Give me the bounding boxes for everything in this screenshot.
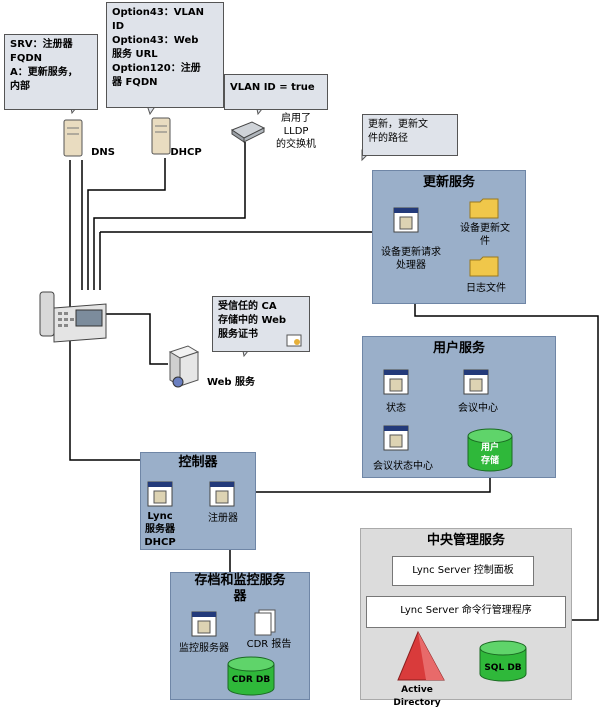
- registrar-label: 注册器: [208, 513, 238, 524]
- request-handler-label: 设备更新请求 处理器: [381, 247, 441, 271]
- dhcp-server-icon: [151, 117, 171, 155]
- conference-status-icon: [383, 425, 409, 451]
- dns-server-icon: [63, 119, 83, 157]
- line-switch-phone: [93, 142, 246, 290]
- registrar-server-icon: [209, 481, 235, 507]
- dhcp-label: DHCP: [170, 147, 202, 158]
- presence-label: 状态: [386, 403, 406, 414]
- folder-icon: [469, 256, 499, 277]
- ip-phone-icon: [39, 291, 107, 343]
- lync-dhcp-label: Lync 服务器 DHCP: [144, 511, 176, 548]
- dhcp-options-callout: Option43：VLAN ID Option43：Web 服务 URL Opt…: [106, 2, 224, 108]
- line-phone-web: [106, 313, 168, 365]
- user-service-title: 用户服务: [432, 341, 485, 356]
- conference-center-label: 会议中心: [458, 403, 498, 414]
- lync-dhcp-server-icon: [147, 481, 173, 507]
- archiving-title: 存档和监控服务 器: [194, 573, 286, 604]
- cdr-report-label: CDR 报告: [246, 639, 292, 650]
- active-directory-icon: [397, 630, 445, 681]
- conference-center-icon: [463, 369, 489, 395]
- folder-icon: [469, 198, 499, 219]
- cdr-db-label: CDR DB: [231, 675, 271, 685]
- conference-status-label: 会议状态中心: [373, 461, 433, 472]
- active-directory-label: Active Directory: [393, 685, 441, 708]
- log-files-label: 日志文件: [466, 283, 506, 294]
- dns-records-callout: SRV：注册器 FQDN A：更新服务， 内部: [4, 34, 98, 110]
- device-update-files-label: 设备更新文 件: [460, 223, 510, 247]
- web-server-icon: [168, 345, 200, 388]
- request-handler-icon: [393, 207, 419, 233]
- update-service-title: 更新服务: [422, 175, 475, 190]
- monitoring-server-icon: [191, 611, 217, 637]
- web-service-label: Web 服务: [206, 377, 256, 388]
- management-shell-box: Lync Server 命令行管理程序: [366, 596, 566, 628]
- control-panel-box: Lync Server 控制面板: [392, 556, 534, 586]
- dns-label: DNS: [91, 147, 115, 158]
- update-paths-callout: 更新，更新文 件的路径: [362, 114, 458, 156]
- report-document-icon: [254, 609, 276, 636]
- certificate-icon: [286, 334, 302, 347]
- switch-icon: [230, 121, 266, 143]
- sql-db-label: SQL DB: [484, 663, 522, 673]
- central-mgmt-title: 中央管理服务: [426, 533, 505, 548]
- lldp-switch-label: 启用了 LLDP 的交换机: [276, 113, 316, 150]
- monitoring-server-label: 监控服务器: [179, 643, 229, 654]
- presence-server-icon: [383, 369, 409, 395]
- user-store-label: 用户 存储: [480, 443, 499, 466]
- vlan-callout: VLAN ID = true: [224, 74, 328, 110]
- director-title: 控制器: [178, 455, 218, 470]
